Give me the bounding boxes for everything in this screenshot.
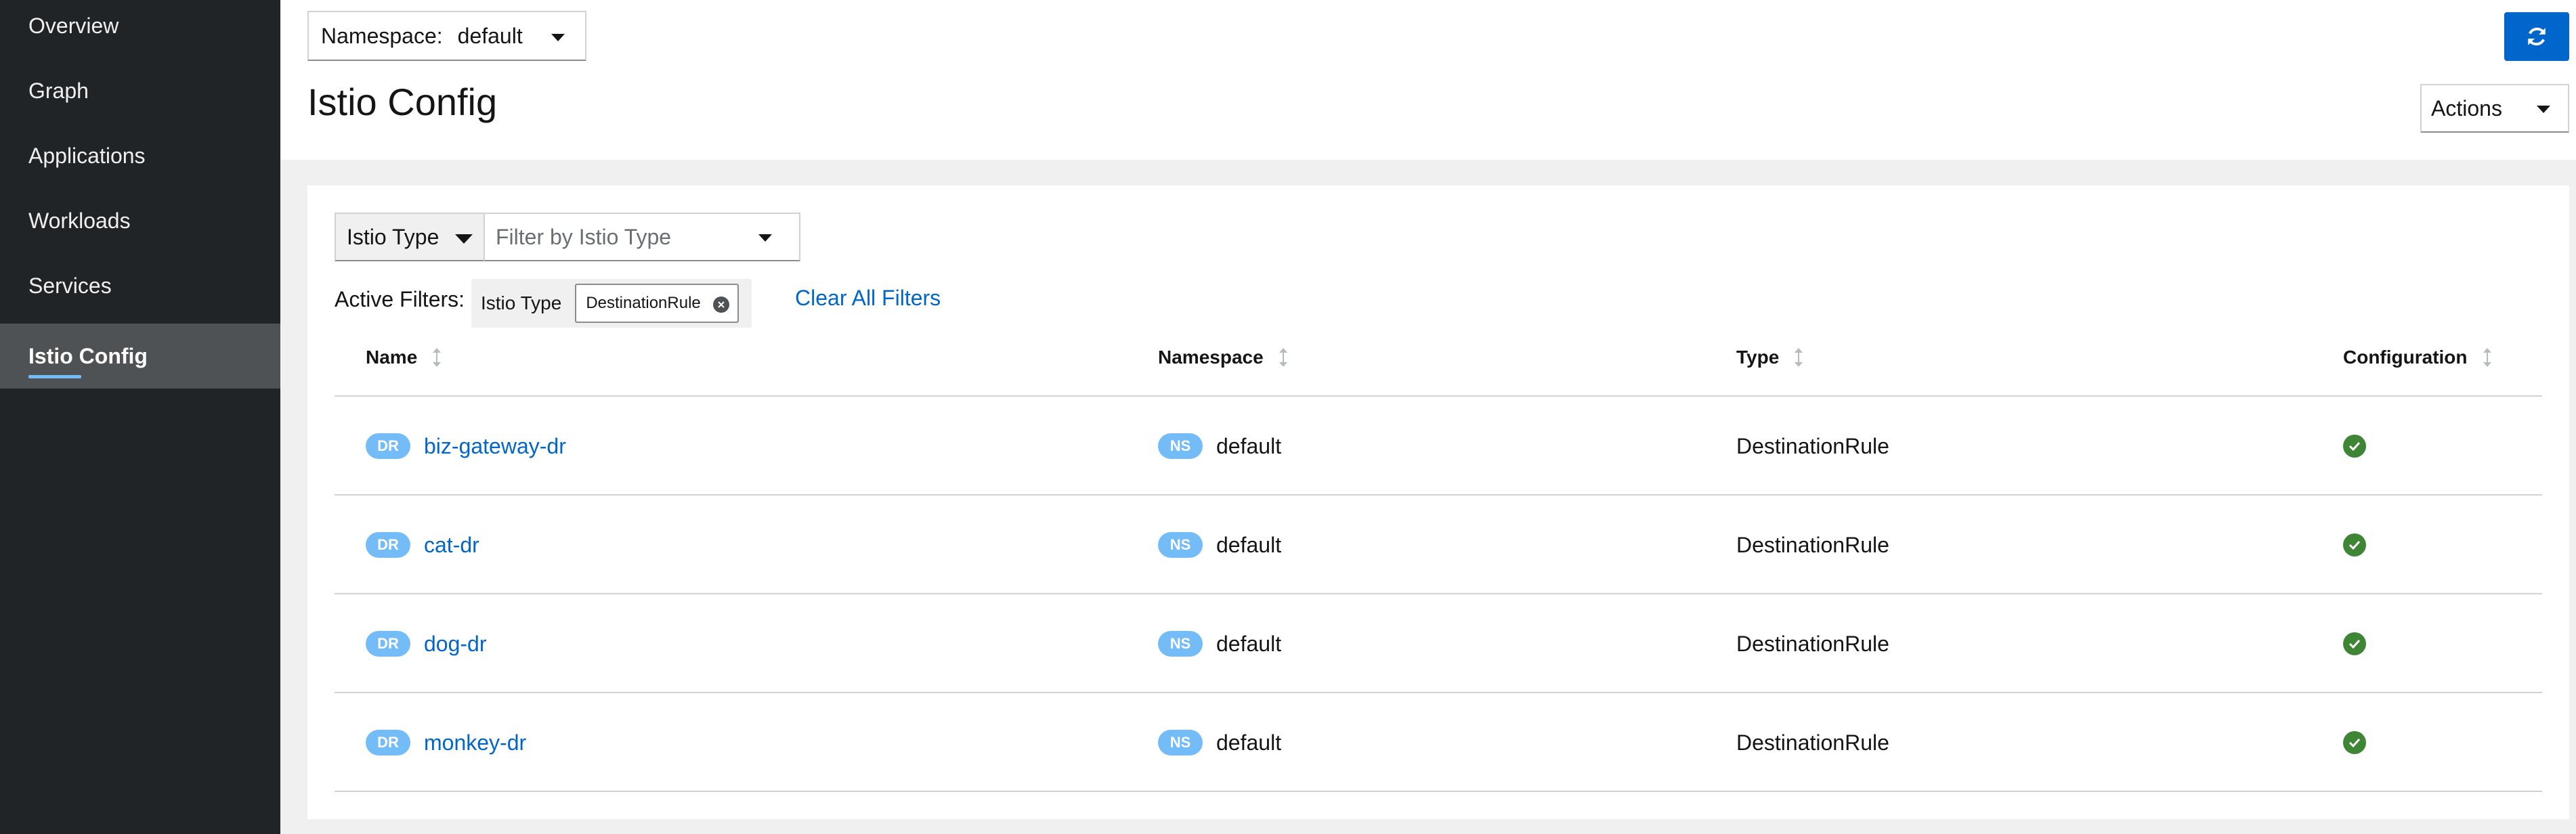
configuration-cell (2343, 594, 2366, 693)
caret-down-icon (758, 234, 772, 242)
divider (335, 791, 2542, 792)
name-cell: DR biz-gateway-dr (366, 397, 566, 496)
ns-badge: NS (1158, 532, 1203, 558)
sidebar-item-label: Workloads (28, 208, 131, 233)
dr-badge: DR (366, 730, 410, 755)
close-icon[interactable] (713, 297, 730, 313)
ns-badge: NS (1158, 631, 1203, 657)
namespace-selector[interactable]: Namespace: default (307, 11, 586, 61)
column-header-configuration[interactable]: Configuration (2343, 347, 2492, 368)
type-value: DestinationRule (1736, 631, 1889, 656)
dr-badge: DR (366, 532, 410, 558)
table-row: DR dog-dr NS default DestinationRule (335, 594, 2542, 693)
chip-category: Istio Type (481, 292, 562, 313)
filter-type-select[interactable]: Istio Type (335, 213, 485, 261)
name-cell: DR monkey-dr (366, 693, 526, 792)
config-name-link[interactable]: cat-dr (424, 533, 479, 558)
page-header: Namespace: default Istio Config Actions (280, 0, 2576, 160)
sidebar-item-workloads[interactable]: Workloads (0, 188, 280, 253)
type-cell: DestinationRule (1736, 496, 1889, 594)
active-filters-label: Active Filters: (335, 287, 465, 311)
sidebar-item-label: Overview (28, 13, 119, 38)
namespace-value: default (1216, 730, 1282, 755)
namespace-value: default (1216, 631, 1282, 656)
actions-label: Actions (2431, 95, 2502, 120)
namespace-value: default (1216, 532, 1282, 557)
sidebar: Overview Graph Applications Workloads Se… (0, 0, 280, 834)
actions-dropdown[interactable]: Actions (2420, 84, 2569, 133)
caret-down-icon (551, 34, 565, 41)
name-cell: DR dog-dr (366, 594, 487, 693)
sync-icon (2528, 27, 2546, 46)
page-title: Istio Config (307, 81, 498, 123)
sidebar-item-overview[interactable]: Overview (0, 0, 280, 58)
filter-placeholder: Filter by Istio Type (496, 224, 672, 249)
table-row: DR monkey-dr NS default DestinationRule (335, 693, 2542, 792)
namespace-cell: NS default (1158, 693, 1281, 792)
namespace-cell: NS default (1158, 594, 1281, 693)
configuration-cell (2343, 397, 2366, 496)
sort-icon (2483, 348, 2491, 367)
configuration-cell (2343, 496, 2366, 594)
filter-value-select[interactable]: Filter by Istio Type (485, 213, 800, 261)
filter-type-label: Istio Type (347, 224, 439, 249)
sidebar-item-label: Graph (28, 78, 89, 103)
type-cell: DestinationRule (1736, 594, 1889, 693)
namespace-label: Namespace: (321, 23, 443, 48)
column-label: Configuration (2343, 347, 2468, 368)
caret-down-icon (455, 234, 473, 244)
filter-chip: DestinationRule (575, 284, 739, 323)
check-circle-icon (2343, 435, 2366, 458)
configuration-cell (2343, 693, 2366, 792)
namespace-cell: NS default (1158, 397, 1281, 496)
name-cell: DR cat-dr (366, 496, 479, 594)
clear-all-filters-link[interactable]: Clear All Filters (795, 286, 941, 311)
column-header-name[interactable]: Name (366, 347, 442, 368)
filter-chip-group: Istio Type DestinationRule (471, 279, 752, 328)
dr-badge: DR (366, 631, 410, 657)
config-name-link[interactable]: biz-gateway-dr (424, 434, 566, 459)
config-list-panel: Istio Type Filter by Istio Type Active F… (307, 185, 2569, 819)
check-circle-icon (2343, 731, 2366, 754)
type-cell: DestinationRule (1736, 397, 1889, 496)
sort-icon (1279, 348, 1287, 367)
column-label: Type (1736, 347, 1780, 368)
ns-badge: NS (1158, 433, 1203, 459)
sidebar-item-istio-config[interactable]: Istio Config (0, 324, 280, 389)
sidebar-item-applications[interactable]: Applications (0, 123, 280, 188)
type-cell: DestinationRule (1736, 693, 1889, 792)
column-header-type[interactable]: Type (1736, 347, 1803, 368)
caret-down-icon (2537, 106, 2550, 113)
sort-icon (433, 348, 442, 367)
sidebar-item-label: Applications (28, 143, 146, 168)
check-circle-icon (2343, 632, 2366, 655)
sidebar-item-label: Services (28, 273, 112, 298)
refresh-button[interactable] (2504, 12, 2569, 61)
chip-value: DestinationRule (586, 294, 701, 312)
type-value: DestinationRule (1736, 730, 1889, 755)
active-indicator (28, 375, 81, 378)
type-value: DestinationRule (1736, 532, 1889, 557)
sidebar-item-graph[interactable]: Graph (0, 58, 280, 123)
sidebar-item-label: Istio Config (28, 343, 148, 368)
type-value: DestinationRule (1736, 433, 1889, 458)
sort-icon (1795, 348, 1803, 367)
app-root: Overview Graph Applications Workloads Se… (0, 0, 2576, 834)
column-label: Name (366, 347, 418, 368)
ns-badge: NS (1158, 730, 1203, 755)
namespace-cell: NS default (1158, 496, 1281, 594)
table-row: DR biz-gateway-dr NS default Destination… (335, 397, 2542, 496)
namespace-value: default (1216, 433, 1282, 458)
check-circle-icon (2343, 533, 2366, 556)
column-header-namespace[interactable]: Namespace (1158, 347, 1288, 368)
sidebar-item-services[interactable]: Services (0, 253, 280, 318)
column-label: Namespace (1158, 347, 1264, 368)
namespace-value: default (457, 23, 523, 48)
table-row: DR cat-dr NS default DestinationRule (335, 496, 2542, 594)
dr-badge: DR (366, 433, 410, 459)
x-icon (718, 301, 725, 308)
config-name-link[interactable]: dog-dr (424, 632, 487, 657)
config-name-link[interactable]: monkey-dr (424, 730, 526, 755)
